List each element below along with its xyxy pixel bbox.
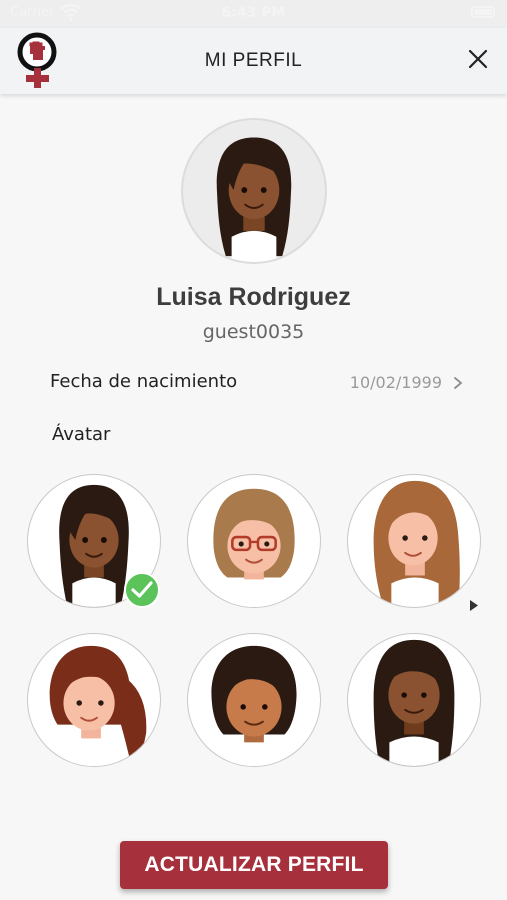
avatar-6-image [373, 639, 455, 766]
avatar-option-4[interactable] [27, 633, 161, 767]
status-time: 6:43 PM [221, 5, 286, 21]
avatar-3-image [373, 480, 460, 607]
app-header: MI PERFIL [0, 28, 507, 94]
avatar-option-2[interactable] [187, 474, 321, 608]
chevron-right-icon [454, 377, 463, 389]
profile-avatar[interactable] [181, 118, 327, 264]
status-bar: Carrier 6:43 PM [0, 0, 507, 28]
battery-icon [471, 6, 495, 18]
avatar-option-6[interactable] [347, 633, 481, 767]
avatar-option-3[interactable] [347, 474, 481, 608]
avatar-option-5[interactable] [187, 633, 321, 767]
birth-date-row[interactable]: Fecha de nacimiento 10/02/1999 [50, 368, 470, 396]
page-title: MI PERFIL [204, 50, 303, 71]
avatar-section-label: Ávatar [52, 424, 111, 445]
close-icon[interactable] [467, 48, 489, 70]
scroll-right-arrow-icon[interactable] [469, 599, 479, 612]
birth-date-value: 10/02/1999 [349, 373, 442, 392]
avatar-4-image [49, 645, 147, 766]
avatar-5-image [211, 645, 297, 766]
avatar-1-image [216, 137, 292, 262]
profile-name: Luisa Rodriguez [156, 283, 351, 311]
avatar-2-image [213, 488, 295, 607]
update-profile-button[interactable]: ACTUALIZAR PERFIL [120, 841, 388, 889]
birth-date-label: Fecha de nacimiento [50, 371, 238, 392]
selected-check-icon [124, 572, 160, 608]
profile-username: guest0035 [202, 321, 305, 343]
